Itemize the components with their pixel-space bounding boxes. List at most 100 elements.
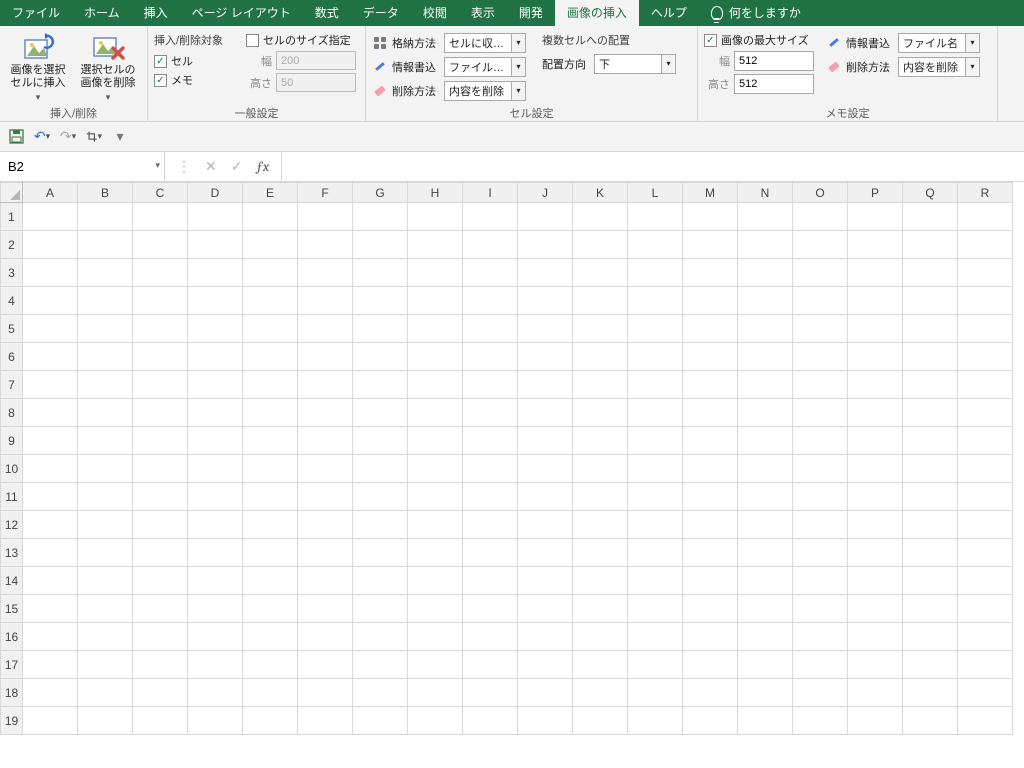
cell[interactable] xyxy=(518,259,573,287)
cell[interactable] xyxy=(903,231,958,259)
cell[interactable] xyxy=(903,595,958,623)
cell[interactable] xyxy=(848,567,903,595)
cell[interactable] xyxy=(518,399,573,427)
cell[interactable] xyxy=(353,707,408,735)
cell[interactable] xyxy=(738,623,793,651)
cell[interactable] xyxy=(518,287,573,315)
cell[interactable] xyxy=(243,455,298,483)
cell[interactable] xyxy=(683,203,738,231)
row-header[interactable]: 18 xyxy=(1,679,23,707)
cell[interactable] xyxy=(848,511,903,539)
cell[interactable] xyxy=(353,287,408,315)
cell[interactable] xyxy=(408,315,463,343)
cell[interactable] xyxy=(518,455,573,483)
cell[interactable] xyxy=(958,483,1013,511)
delete-image-button[interactable]: 選択セルの画像を削除 ▾ xyxy=(76,30,140,103)
cell[interactable] xyxy=(628,343,683,371)
cell[interactable] xyxy=(628,539,683,567)
cell[interactable] xyxy=(408,287,463,315)
cell[interactable] xyxy=(793,427,848,455)
cell[interactable] xyxy=(463,259,518,287)
cell[interactable] xyxy=(463,287,518,315)
chk-cell-size[interactable]: セルのサイズ指定 xyxy=(246,32,356,48)
cell[interactable] xyxy=(793,679,848,707)
cell[interactable] xyxy=(408,231,463,259)
cell[interactable] xyxy=(78,287,133,315)
cell[interactable] xyxy=(903,399,958,427)
cell[interactable] xyxy=(628,259,683,287)
cell[interactable] xyxy=(298,259,353,287)
cell[interactable] xyxy=(738,567,793,595)
cell[interactable] xyxy=(848,679,903,707)
row-header[interactable]: 17 xyxy=(1,651,23,679)
cell[interactable] xyxy=(353,259,408,287)
name-box[interactable]: ▾ xyxy=(0,152,165,181)
cell[interactable] xyxy=(573,651,628,679)
column-header[interactable]: B xyxy=(78,183,133,203)
cell[interactable] xyxy=(518,427,573,455)
column-header[interactable]: N xyxy=(738,183,793,203)
tab-help[interactable]: ヘルプ xyxy=(639,0,699,26)
cell[interactable] xyxy=(298,483,353,511)
cell[interactable] xyxy=(133,231,188,259)
cell[interactable] xyxy=(353,651,408,679)
cell[interactable] xyxy=(848,707,903,735)
tab-view[interactable]: 表示 xyxy=(459,0,507,26)
cell[interactable] xyxy=(903,679,958,707)
chk-cell[interactable]: ✓ セル xyxy=(154,53,240,69)
redo-icon[interactable]: ↷▾ xyxy=(60,129,76,145)
column-header[interactable]: M xyxy=(683,183,738,203)
cell[interactable] xyxy=(298,371,353,399)
cell[interactable] xyxy=(463,595,518,623)
cell[interactable] xyxy=(353,399,408,427)
cell[interactable] xyxy=(683,259,738,287)
cell[interactable] xyxy=(133,539,188,567)
cell[interactable] xyxy=(353,595,408,623)
cell[interactable] xyxy=(298,231,353,259)
cell[interactable] xyxy=(848,371,903,399)
column-header[interactable]: D xyxy=(188,183,243,203)
cell[interactable] xyxy=(463,651,518,679)
cell[interactable] xyxy=(353,315,408,343)
row-header[interactable]: 8 xyxy=(1,399,23,427)
cell[interactable] xyxy=(23,343,78,371)
cell[interactable] xyxy=(793,259,848,287)
cell[interactable] xyxy=(23,371,78,399)
crop-icon[interactable]: ▾ xyxy=(86,129,102,145)
cell[interactable] xyxy=(573,623,628,651)
cell[interactable] xyxy=(298,567,353,595)
cell[interactable] xyxy=(243,371,298,399)
tab-review[interactable]: 校閲 xyxy=(411,0,459,26)
cell[interactable] xyxy=(298,287,353,315)
cell[interactable] xyxy=(463,707,518,735)
cell[interactable] xyxy=(848,203,903,231)
cell[interactable] xyxy=(628,511,683,539)
cell[interactable] xyxy=(133,259,188,287)
cell[interactable] xyxy=(463,539,518,567)
cell[interactable] xyxy=(298,343,353,371)
cell[interactable] xyxy=(463,623,518,651)
cell[interactable] xyxy=(738,315,793,343)
cell[interactable] xyxy=(628,371,683,399)
cell[interactable] xyxy=(23,595,78,623)
cell[interactable] xyxy=(738,539,793,567)
cell[interactable] xyxy=(793,539,848,567)
cell[interactable] xyxy=(23,567,78,595)
cell[interactable] xyxy=(298,455,353,483)
cell[interactable] xyxy=(628,315,683,343)
cell[interactable] xyxy=(408,455,463,483)
cell[interactable] xyxy=(353,679,408,707)
cell[interactable] xyxy=(958,231,1013,259)
cell[interactable] xyxy=(628,679,683,707)
column-header[interactable]: F xyxy=(298,183,353,203)
cell[interactable] xyxy=(243,595,298,623)
row-header[interactable]: 14 xyxy=(1,567,23,595)
cell[interactable] xyxy=(133,399,188,427)
cell[interactable] xyxy=(408,511,463,539)
row-header[interactable]: 7 xyxy=(1,371,23,399)
cell[interactable] xyxy=(793,567,848,595)
cell[interactable] xyxy=(683,427,738,455)
cell[interactable] xyxy=(463,203,518,231)
cell[interactable] xyxy=(408,567,463,595)
cell[interactable] xyxy=(23,427,78,455)
